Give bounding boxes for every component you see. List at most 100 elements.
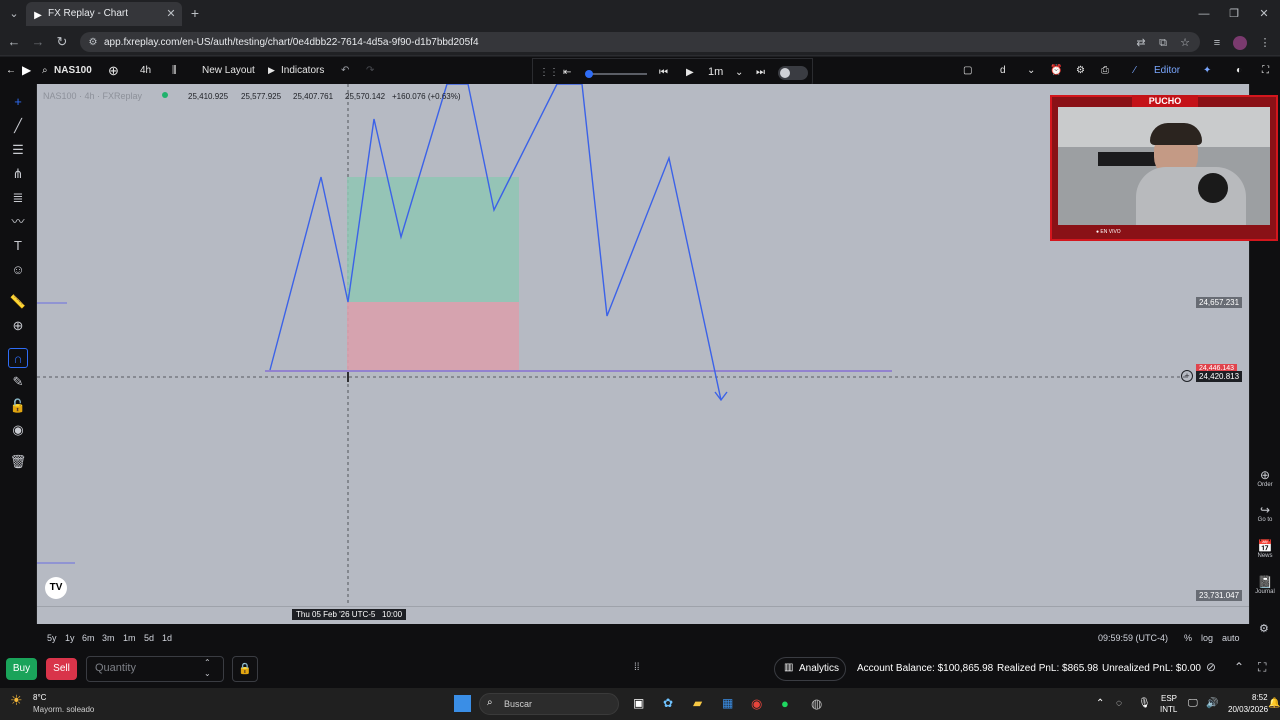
profile-avatar[interactable] — [1233, 36, 1247, 50]
alert-icon[interactable]: ⏰ — [1050, 57, 1062, 84]
candle-type-icon[interactable]: ⫼ — [172, 57, 177, 84]
notifications-icon[interactable]: 🔔 — [1268, 698, 1280, 709]
replay-progress-track[interactable] — [587, 73, 647, 75]
reading-list-icon[interactable]: ≡ — [1210, 35, 1224, 51]
taskbar-search[interactable] — [479, 693, 619, 715]
chart-settings-icon[interactable]: ⚙ — [1259, 622, 1269, 635]
file-explorer-icon[interactable]: ▰ — [693, 696, 702, 710]
trend-line-icon[interactable]: ╱ — [8, 116, 28, 136]
zoom-in-icon[interactable]: ⊕ — [8, 316, 28, 336]
windows-start-icon[interactable] — [454, 695, 471, 712]
chart-letter[interactable]: d — [1000, 57, 1006, 84]
lock-order-icon[interactable]: 🔒 — [232, 656, 258, 682]
back-icon[interactable]: ← — [6, 34, 22, 50]
tf-3m[interactable]: 3m — [102, 633, 115, 643]
sell-button[interactable]: Sell — [46, 658, 77, 680]
tf-5d[interactable]: 5d — [144, 633, 154, 643]
play-icon[interactable]: ▶ — [686, 59, 694, 86]
tf-1m[interactable]: 1m — [123, 633, 136, 643]
settings-icon[interactable]: ⚙ — [1076, 57, 1085, 84]
theme-icon[interactable]: ◐ — [1236, 57, 1242, 84]
store-icon[interactable]: ▦ — [722, 696, 733, 710]
redo-icon[interactable]: ↷ — [366, 57, 374, 84]
brush-icon[interactable]: 〰 — [8, 212, 28, 232]
add-symbol-icon[interactable]: ⊕ — [108, 57, 119, 84]
tray-chevron-icon[interactable]: ⌃ — [1096, 698, 1104, 709]
weather-icon[interactable]: ☀ — [10, 692, 23, 709]
step-forward-icon[interactable]: ⏭ — [756, 59, 765, 86]
tab-list-icon[interactable]: ⌄ — [6, 6, 22, 22]
crosshair-icon[interactable]: + — [8, 92, 28, 112]
horizontal-lines-icon[interactable]: ☰ — [8, 140, 28, 160]
news-button[interactable]: 📅 News — [1252, 539, 1278, 559]
step-back-icon[interactable]: ⏮ — [659, 59, 668, 86]
percent-toggle[interactable]: % — [1184, 633, 1192, 643]
chrome-icon[interactable]: ◉ — [751, 696, 762, 712]
lang-code[interactable]: ESP — [1161, 694, 1177, 703]
close-window-icon[interactable]: ✕ — [1256, 6, 1272, 22]
panel-drag-icon[interactable]: ⁞⁞ — [634, 662, 640, 673]
chart-clock[interactable]: 09:59:59 (UTC-4) — [1098, 633, 1168, 643]
install-app-icon[interactable]: ⧉ — [1156, 35, 1170, 51]
spotify-icon[interactable]: ● — [781, 696, 789, 711]
drag-handle-icon[interactable]: ⋮⋮ — [539, 59, 559, 86]
tray-app-icon[interactable]: ◌ — [1116, 698, 1122, 709]
quantity-stepper-icon[interactable]: ⌃ ⌄ — [204, 657, 211, 679]
editor-button[interactable]: Editor — [1154, 57, 1180, 84]
add-order-icon[interactable]: + — [1181, 370, 1193, 382]
bookmark-star-icon[interactable]: ☆ — [1178, 35, 1192, 51]
lock-icon[interactable]: 🔓 — [8, 396, 28, 416]
maximize-icon[interactable]: ❐ — [1226, 6, 1242, 22]
symbol-label[interactable]: NAS100 — [54, 57, 92, 84]
replay-progress-thumb[interactable] — [585, 70, 593, 78]
task-view-icon[interactable]: ▣ — [633, 696, 644, 710]
url-field[interactable]: app.fxreplay.com/en-US/auth/testing/char… — [80, 32, 1200, 52]
eye-icon[interactable]: ◉ — [8, 420, 28, 440]
ruler-icon[interactable]: 📏 — [8, 292, 28, 312]
close-tab-icon[interactable]: ✕ — [164, 6, 178, 22]
forward-icon[interactable]: → — [30, 34, 46, 50]
symbol-search-icon[interactable]: ⌕ — [42, 57, 48, 84]
mic-icon[interactable]: 🎙 — [1138, 698, 1151, 709]
magnet-icon[interactable]: ∩ — [8, 348, 28, 368]
volume-icon[interactable]: 🔊 — [1206, 698, 1218, 709]
trash-icon[interactable]: 🗑 — [8, 452, 28, 472]
tradingview-logo-icon[interactable]: TV — [45, 577, 67, 599]
emoji-icon[interactable]: ☺ — [8, 260, 28, 280]
fib-icon[interactable]: ≣ — [8, 188, 28, 208]
ai-sparkle-icon[interactable]: ✦ — [1203, 57, 1211, 84]
browser-menu-icon[interactable]: ⋮ — [1258, 35, 1272, 51]
undo-icon[interactable]: ↶ — [341, 57, 349, 84]
minimize-icon[interactable]: — — [1196, 6, 1212, 22]
pitchfork-icon[interactable]: ⋔ — [8, 164, 28, 184]
journal-button[interactable]: 📓 Journal — [1252, 575, 1278, 595]
maximize-panel-icon[interactable]: ⛶ — [1258, 660, 1266, 675]
layout-dropdown-icon[interactable]: ⌄ — [1027, 57, 1035, 84]
order-button[interactable]: ⊕ Order — [1252, 468, 1278, 488]
auto-toggle[interactable]: auto — [1222, 633, 1240, 643]
tf-5y[interactable]: 5y — [47, 633, 57, 643]
hide-pnl-icon[interactable]: ⊘ — [1206, 660, 1216, 674]
network-icon[interactable]: 🖵 — [1188, 698, 1198, 709]
reload-icon[interactable]: ↻ — [54, 34, 70, 50]
new-tab-icon[interactable]: + — [188, 5, 202, 21]
log-toggle[interactable]: log — [1201, 633, 1213, 643]
fullscreen-icon[interactable]: ⛶ — [1262, 57, 1269, 84]
tf-1d[interactable]: 1d — [162, 633, 172, 643]
obs-icon[interactable]: ◍ — [811, 696, 822, 712]
jump-start-icon[interactable]: ⇤ — [563, 59, 571, 86]
text-icon[interactable]: T — [8, 236, 28, 256]
translate-icon[interactable]: ⇄ — [1134, 35, 1148, 51]
expand-panel-icon[interactable]: ⌃ — [1234, 660, 1244, 674]
indicators-button[interactable]: Indicators — [281, 57, 324, 84]
speed-dropdown-icon[interactable]: ⌄ — [735, 59, 743, 86]
goto-button[interactable]: ↪ Go to — [1252, 503, 1278, 523]
site-info-icon[interactable]: ⚙ — [86, 35, 100, 51]
back-arrow-icon[interactable]: ← — [6, 57, 16, 84]
browser-tab[interactable]: FX Replay - Chart — [26, 2, 182, 26]
layout-square-icon[interactable]: ▢ — [963, 57, 972, 84]
replay-speed[interactable]: 1m — [708, 59, 723, 86]
tf-6m[interactable]: 6m — [82, 633, 95, 643]
copilot-icon[interactable]: ✿ — [663, 696, 673, 710]
buy-button[interactable]: Buy — [6, 658, 37, 680]
